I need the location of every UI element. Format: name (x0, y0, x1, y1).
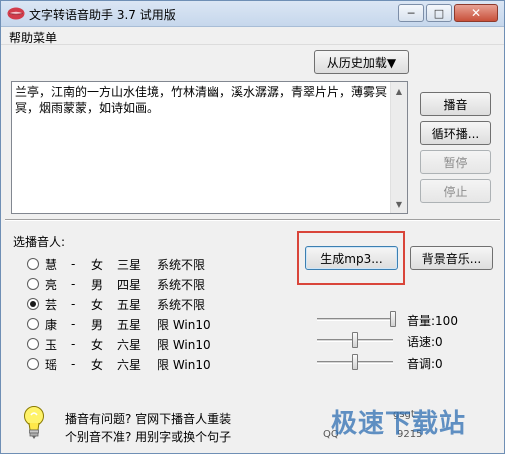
minimize-icon: ─ (407, 6, 415, 20)
voice-option[interactable]: 玉 - 女六星限 Win10 (27, 335, 227, 353)
voice-section-label: 选播音人: (13, 235, 66, 249)
voice-rating: 六星 (117, 357, 142, 372)
close-button[interactable]: ✕ (454, 4, 498, 22)
lightbulb-icon (24, 406, 44, 439)
voice-system: 系统不限 (157, 277, 206, 292)
voice-rating: 六星 (117, 337, 142, 352)
maximize-icon: □ (433, 6, 445, 20)
voice-option[interactable]: 芸 - 女五星 系统不限 (27, 295, 227, 313)
close-icon: ✕ (470, 6, 482, 20)
speed-thumb[interactable] (352, 332, 358, 348)
load-history-button[interactable]: 从历史加载▼ (314, 50, 409, 74)
voice-separator: - (71, 317, 76, 331)
voice-option[interactable]: 康 - 男五星限 Win10 (27, 315, 227, 333)
volume-slider[interactable] (317, 311, 396, 327)
voice-name: 芸 (45, 297, 58, 312)
watermark-logo: 极速下载站 (331, 409, 467, 439)
voice-option[interactable]: 瑶 - 女六星限 Win10 (27, 355, 227, 373)
menu-help[interactable]: 帮助菜单 (9, 29, 57, 46)
voice-separator: - (71, 277, 76, 291)
speed-label: 语速:0 (407, 335, 443, 349)
voice-rating: 五星 (117, 317, 142, 332)
voice-option[interactable]: 慧 - 女三星 系统不限 (27, 255, 227, 273)
voice-name: 玉 (45, 337, 58, 352)
play-button[interactable]: 播音 (420, 92, 491, 116)
voice-system: 系统不限 (157, 297, 206, 312)
speed-slider[interactable] (317, 332, 393, 348)
tip-line-2[interactable]: 个别音不准? 用别字或换个句子 (65, 428, 231, 445)
text-input-area[interactable]: 兰亭，江南的一方山水佳境，竹林清幽，溪水潺潺，青翠片片，薄雾冥冥，烟雨蒙蒙，如诗… (11, 81, 408, 214)
voice-system: 限 Win10 (157, 337, 211, 352)
voice-separator: - (71, 337, 76, 351)
voice-name: 康 (45, 317, 58, 332)
voice-system: 限 Win10 (157, 317, 211, 332)
voice-gender: 女 (91, 337, 104, 352)
voice-gender: 女 (91, 297, 104, 312)
lips-app-icon (7, 7, 25, 20)
voice-name: 慧 (45, 257, 58, 272)
title-bar[interactable]: 文字转语音助手 3.7 试用版 ─ □ ✕ (1, 1, 504, 27)
maximize-button[interactable]: □ (426, 4, 452, 22)
voice-separator: - (71, 357, 76, 371)
radio-button[interactable] (27, 298, 39, 310)
radio-button[interactable] (27, 338, 39, 350)
text-content[interactable]: 兰亭，江南的一方山水佳境，竹林清幽，溪水潺潺，青翠片片，薄雾冥冥，烟雨蒙蒙，如诗… (15, 84, 390, 116)
voice-option[interactable]: 亮 - 男四星 系统不限 (27, 275, 227, 293)
scroll-up-icon[interactable]: ▲ (391, 83, 407, 99)
stop-button[interactable]: 停止 (420, 179, 491, 203)
radio-button[interactable] (27, 278, 39, 290)
scroll-down-icon[interactable]: ▼ (391, 196, 407, 212)
minimize-button[interactable]: ─ (398, 4, 424, 22)
voice-gender: 男 (91, 317, 104, 332)
radio-button[interactable] (27, 358, 39, 370)
pitch-slider[interactable] (317, 354, 393, 370)
voice-name: 亮 (45, 277, 58, 292)
vertical-scrollbar[interactable]: ▲ ▼ (390, 82, 407, 213)
menu-bar: 帮助菜单 (1, 27, 504, 45)
tip-line-1[interactable]: 播音有问题? 官网下播音人重装 (65, 410, 231, 427)
pitch-thumb[interactable] (352, 354, 358, 370)
voice-system: 系统不限 (157, 257, 206, 272)
app-window: 文字转语音助手 3.7 试用版 ─ □ ✕ 帮助菜单 从历史加载▼ 兰亭，江南的… (0, 0, 505, 454)
radio-button[interactable] (27, 318, 39, 330)
voice-rating: 三星 (117, 257, 142, 272)
section-divider (5, 219, 500, 221)
pause-button[interactable]: 暂停 (420, 150, 491, 174)
pitch-label: 音调:0 (407, 357, 443, 371)
voice-system: 限 Win10 (157, 357, 211, 372)
window-title: 文字转语音助手 3.7 试用版 (29, 8, 176, 22)
voice-rating: 五星 (117, 297, 142, 312)
voice-name: 瑶 (45, 357, 58, 372)
volume-track (317, 318, 393, 321)
voice-separator: - (71, 257, 76, 271)
voice-rating: 四星 (117, 277, 142, 292)
voice-gender: 女 (91, 357, 104, 372)
window-controls: ─ □ ✕ (398, 4, 498, 22)
voice-gender: 女 (91, 257, 104, 272)
radio-button[interactable] (27, 258, 39, 270)
voice-separator: - (71, 297, 76, 311)
loop-play-button[interactable]: 循环播... (420, 121, 491, 145)
background-music-button[interactable]: 背景音乐... (410, 246, 493, 270)
volume-thumb[interactable] (390, 311, 396, 327)
volume-label: 音量:100 (407, 314, 458, 328)
generate-mp3-button[interactable]: 生成mp3... (305, 246, 398, 270)
voice-gender: 男 (91, 277, 104, 292)
